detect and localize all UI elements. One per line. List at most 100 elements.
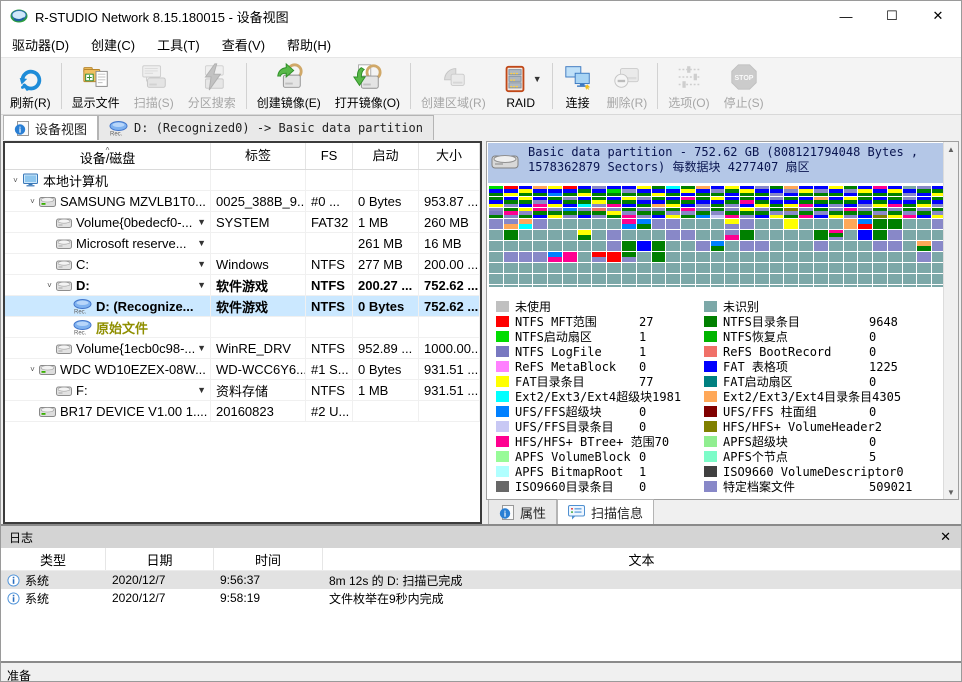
scan-block (548, 285, 562, 287)
tree-row-7[interactable]: Rec.原始文件 (5, 317, 480, 338)
log-column-header-2[interactable]: 时间 (214, 548, 323, 570)
tree-row-11[interactable]: BR17 DEVICE V1.00 1....20160823#2 U... (5, 401, 480, 422)
scan-block (696, 274, 710, 284)
tree-column-header-1[interactable]: 标签 (211, 143, 306, 169)
scan-block (740, 208, 754, 218)
scan-block (755, 285, 769, 287)
tree-row-9[interactable]: ˅WDC WD10EZEX-08W...WD-WCC6Y6...#1 S...0… (5, 359, 480, 380)
dropdown-arrow-icon[interactable]: ▼ (533, 74, 542, 84)
toolbar-button-connect[interactable]: 连接 (556, 58, 600, 114)
tree-row-4[interactable]: C:▼WindowsNTFS277 MB200.00 ... (5, 254, 480, 275)
tree-column-label: 标签 (245, 150, 271, 162)
expand-chevron-icon[interactable]: ˅ (9, 176, 22, 185)
tree-row-0[interactable]: ˅本地计算机 (5, 170, 480, 191)
log-column-header-1[interactable]: 日期 (106, 548, 214, 570)
legend-swatch (496, 361, 509, 372)
scan-block (711, 285, 725, 287)
expand-chevron-icon[interactable]: ˅ (26, 365, 39, 374)
log-date-cell: 2020/12/7 (106, 589, 214, 607)
tree-column-header-4[interactable]: 大小 (419, 143, 480, 169)
scan-block (563, 230, 577, 240)
menu-item-0[interactable]: 驱动器(D) (1, 31, 80, 57)
log-row-0[interactable]: 系统2020/12/79:56:378m 12s 的 D: 扫描已完成 (1, 571, 961, 589)
expand-chevron-icon[interactable]: ˅ (43, 281, 56, 290)
menu-item-4[interactable]: 帮助(H) (276, 31, 342, 57)
tree-column-header-3[interactable]: 启动 (353, 143, 419, 169)
label-cell: 资料存储 (211, 380, 306, 400)
scan-block (711, 219, 725, 229)
scan-legend: 未使用NTFS MFT范围27NTFS启动扇区1NTFS LogFile1ReF… (488, 293, 943, 498)
log-column-header-0[interactable]: 类型 (1, 548, 106, 570)
scan-block (622, 208, 636, 218)
toolbar-button-open-image[interactable]: 打开镜像(O) (328, 58, 407, 114)
log-column-header-3[interactable]: 文本 (323, 548, 961, 570)
tree-column-label: 启动 (372, 150, 398, 162)
scan-block (903, 186, 917, 196)
legend-swatch (496, 436, 509, 447)
minimize-button[interactable]: — (823, 1, 869, 31)
row-dropdown-icon[interactable]: ▼ (197, 259, 206, 269)
log-row-1[interactable]: 系统2020/12/79:58:19文件枚举在9秒内完成 (1, 589, 961, 607)
log-close-icon[interactable]: ✕ (938, 529, 953, 545)
close-button[interactable]: ✕ (915, 1, 961, 31)
maximize-button[interactable]: ☐ (869, 1, 915, 31)
legend-label: ReFS BootRecord (723, 345, 869, 359)
info-bubble-icon (7, 592, 20, 605)
expand-chevron-icon[interactable]: ˅ (26, 197, 39, 206)
tree-row-2[interactable]: Volume{0bedecf0-...▼SYSTEMFAT321 MB260 M… (5, 212, 480, 233)
row-dropdown-icon[interactable]: ▼ (197, 238, 206, 248)
row-dropdown-icon[interactable]: ▼ (197, 280, 206, 290)
tab-device-view-1[interactable]: Rec.D: (Recognized0) -> Basic data parti… (98, 115, 434, 140)
device-name: Volume{1ecb0c98-... (76, 341, 195, 356)
tree-row-3[interactable]: Microsoft reserve...▼261 MB16 MB (5, 233, 480, 254)
tree-column-header-2[interactable]: FS (306, 143, 353, 169)
toolbar-button-refresh[interactable]: 刷新(R) (3, 58, 58, 114)
toolbar-button-create-image[interactable]: 创建镜像(E) (250, 58, 328, 114)
legend-swatch (704, 331, 717, 342)
toolbar-button-raid[interactable]: ▼RAID (493, 58, 549, 114)
scroll-up-icon[interactable]: ▲ (944, 142, 958, 156)
tree-row-1[interactable]: ˅SAMSUNG MZVLB1T0...0025_388B_9...#0 ...… (5, 191, 480, 212)
legend-label: APFS VolumeBlock (515, 450, 639, 464)
scrollbar[interactable]: ▲ ▼ (943, 142, 958, 499)
scan-block (563, 241, 577, 251)
row-dropdown-icon[interactable]: ▼ (197, 385, 206, 395)
tree-row-name: ˅WDC WD10EZEX-08W... (5, 359, 211, 379)
scroll-down-icon[interactable]: ▼ (944, 485, 958, 499)
scan-block (770, 197, 784, 207)
scan-block (652, 241, 666, 251)
scan-block (548, 219, 562, 229)
tree-column-header-0[interactable]: ^设备/磁盘 (5, 143, 211, 169)
scan-block (844, 285, 858, 287)
tree-row-6[interactable]: Rec.D: (Recognize...软件游戏NTFS0 Bytes752.6… (5, 296, 480, 317)
toolbar-button-show-files[interactable]: 显示文件 (65, 58, 127, 114)
device-tree-panel: ^设备/磁盘 标签 FS 启动 大小 ˅本地计算机˅SAMSUNG MZVLB1T0..… (3, 141, 482, 524)
menu-item-2[interactable]: 工具(T) (146, 31, 211, 57)
toolbar-button-label: 创建区域(R) (421, 94, 486, 111)
row-dropdown-icon[interactable]: ▼ (197, 217, 206, 227)
size-cell: 752.62 ... (419, 275, 480, 295)
tab-right-0[interactable]: i属性 (488, 499, 557, 524)
tree-row-name: C:▼ (5, 254, 211, 274)
menu-item-1[interactable]: 创建(C) (80, 31, 146, 57)
scan-icon (139, 61, 169, 93)
tree-row-5[interactable]: ˅D:▼软件游戏NTFS200.27 ...752.62 ... (5, 275, 480, 296)
scan-block (770, 263, 784, 273)
scan-block (533, 285, 547, 287)
tree-row-8[interactable]: Volume{1ecb0c98-...▼WinRE_DRVNTFS952.89 … (5, 338, 480, 359)
scan-block (858, 219, 872, 229)
menu-item-3[interactable]: 查看(V) (211, 31, 276, 57)
tab-device-view-0[interactable]: i设备视图 (3, 115, 98, 140)
device-name: BR17 DEVICE V1.00 1.... (60, 404, 207, 419)
legend-item: APFS超级块0 (704, 434, 944, 449)
scan-block (548, 197, 562, 207)
tree-row-10[interactable]: F:▼资料存储NTFS1 MB931.51 ... (5, 380, 480, 401)
row-dropdown-icon[interactable]: ▼ (197, 343, 206, 353)
scan-block (637, 274, 651, 284)
tab-right-1[interactable]: 扫描信息 (557, 499, 654, 524)
scan-block (799, 274, 813, 284)
scan-block (578, 219, 592, 229)
scan-block (770, 186, 784, 196)
create-region-icon (438, 61, 468, 93)
tree-column-label: FS (321, 150, 338, 162)
